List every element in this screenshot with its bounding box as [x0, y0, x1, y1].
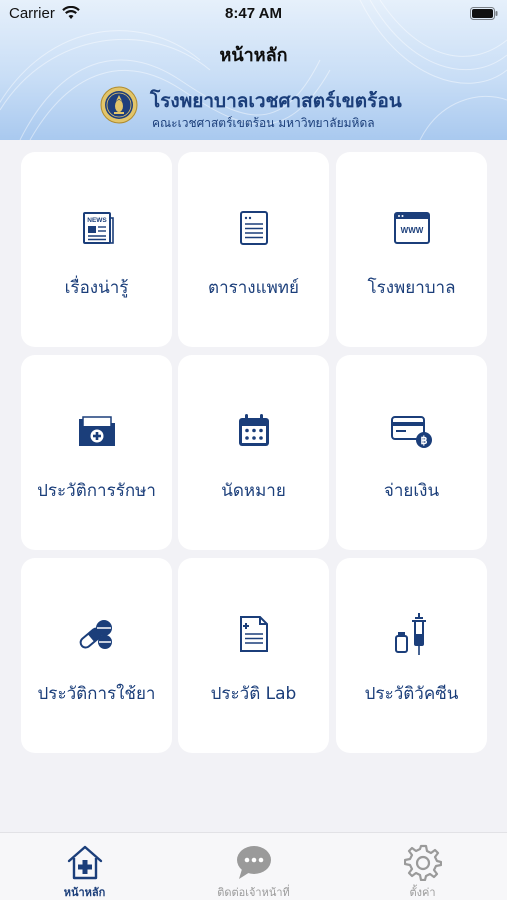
header: Carrier 8:47 AM หน้าหลัก โรงพยาบาลเวชศาส…: [0, 0, 507, 140]
battery-icon: [470, 7, 498, 20]
faculty-name: คณะเวชศาสตร์เขตร้อน มหาวิทยาลัยมหิดล: [152, 116, 375, 130]
menu-card-vaccine-history[interactable]: ประวัติวัคซีน: [336, 558, 487, 753]
menu-card-lab-history[interactable]: ประวัติ Lab: [178, 558, 329, 753]
web-browser-icon: WWW: [393, 212, 430, 244]
tab-settings[interactable]: ตั้งค่า: [338, 833, 507, 900]
clock: 8:47 AM: [225, 5, 282, 22]
menu-card-label: ประวัติการใช้ยา: [37, 684, 156, 704]
chat-bubble-icon: [236, 846, 271, 879]
menu-card-knowledge[interactable]: NEWS เรื่องน่ารู้: [21, 152, 172, 347]
pills-icon: [79, 620, 112, 649]
status-bar: Carrier 8:47 AM: [0, 0, 507, 28]
tab-home-label: หน้าหลัก: [63, 886, 106, 899]
tab-contact-label: ติดต่อเจ้าหน้าที่: [217, 886, 290, 899]
menu-card-medication-history[interactable]: ประวัติการใช้ยา: [21, 558, 172, 753]
menu-card-hospital[interactable]: WWW โรงพยาบาล: [336, 152, 487, 347]
svg-text:WWW: WWW: [400, 226, 423, 235]
vaccine-syringe-icon: [394, 613, 426, 655]
document-list-icon: [239, 211, 268, 245]
medical-folder-icon: [78, 416, 115, 446]
svg-text:฿: ฿: [420, 435, 427, 447]
lab-report-icon: [239, 616, 268, 652]
tab-settings-label: ตั้งค่า: [409, 886, 436, 899]
tab-home[interactable]: หน้าหลัก: [0, 833, 169, 900]
hospital-name: โรงพยาบาลเวชศาสตร์เขตร้อน: [150, 90, 402, 112]
menu-card-label: เรื่องน่ารู้: [64, 278, 129, 298]
calendar-icon: [238, 414, 269, 446]
svg-text:NEWS: NEWS: [87, 217, 107, 224]
menu-card-payment[interactable]: ฿ จ่ายเงิน: [336, 355, 487, 550]
menu-card-label: ประวัติการรักษา: [37, 481, 156, 501]
payment-card-icon: ฿: [390, 416, 432, 448]
menu-card-label: ประวัติวัคซีน: [364, 684, 459, 704]
menu-card-label: ประวัติ Lab: [210, 684, 297, 704]
newspaper-icon: NEWS: [82, 212, 114, 244]
menu-card-label: ตารางแพทย์: [208, 278, 299, 298]
page-title: หน้าหลัก: [219, 45, 288, 66]
menu-card-label: นัดหมาย: [221, 481, 286, 501]
menu-card-doctor-schedule[interactable]: ตารางแพทย์: [178, 152, 329, 347]
tab-bar: หน้าหลัก ติดต่อเจ้าหน้าที่ ตั้งค่า: [0, 832, 507, 900]
menu-card-appointment[interactable]: นัดหมาย: [178, 355, 329, 550]
gear-icon: [403, 844, 442, 881]
menu-card-label: โรงพยาบาล: [367, 278, 456, 298]
home-medical-icon: [67, 845, 102, 880]
tab-contact-staff[interactable]: ติดต่อเจ้าหน้าที่: [169, 833, 338, 900]
menu-card-treatment-history[interactable]: ประวัติการรักษา: [21, 355, 172, 550]
menu-card-label: จ่ายเงิน: [383, 481, 440, 501]
hospital-logo: [100, 86, 138, 124]
